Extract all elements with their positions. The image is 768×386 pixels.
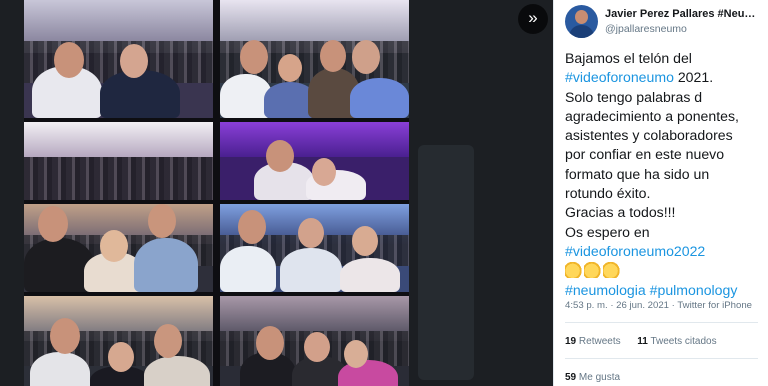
retweets-link[interactable]: 19 Retweets — [565, 336, 621, 347]
tweet-line: #neumologia #pulmonology — [565, 281, 765, 300]
collage-photo — [24, 122, 213, 200]
avatar[interactable] — [565, 5, 598, 38]
collage-photo — [220, 296, 409, 386]
hashtag-link[interactable]: #videoforoneumo2022 — [565, 243, 705, 259]
clapping-hands-icon — [565, 262, 582, 279]
tweet-line: #videoforoneumo 2021. — [565, 69, 714, 86]
clapping-hands-icon — [603, 262, 620, 279]
collage-photo — [220, 0, 409, 118]
author-display-name[interactable]: Javier Perez Pallares #Neu… — [605, 8, 765, 20]
tweet-stats: 19 Retweets 11 Tweets citados — [565, 336, 717, 347]
collage-photo — [220, 122, 409, 200]
tweet-line: #videoforoneumo2022 — [565, 242, 765, 261]
hashtag-link[interactable]: #pulmonology — [650, 282, 738, 298]
tweet-line: Gracias a todos!!! — [565, 204, 676, 221]
collage-photo — [220, 204, 409, 292]
clapping-hands-icon — [584, 262, 601, 279]
next-image-button[interactable]: » — [518, 4, 548, 34]
tweet-line: Solo tengo palabras d — [565, 88, 703, 105]
tweet-line: agradecimiento a ponentes, — [565, 107, 739, 124]
tweet-line: rotundo éxito. — [565, 185, 651, 202]
tweet-line — [565, 261, 765, 280]
collage-photo — [24, 204, 213, 292]
tweet-panel: Javier Perez Pallares #Neu… @jpallaresne… — [553, 0, 768, 386]
hashtag-link[interactable]: #neumologia — [565, 282, 646, 298]
hashtag-link[interactable]: #videoforoneumo — [565, 69, 674, 85]
author-handle[interactable]: @jpallaresneumo — [605, 23, 687, 35]
tweet-photo-collage[interactable] — [24, 0, 409, 386]
tweet-line: asistentes y colaboradores — [565, 127, 733, 144]
background-card — [418, 145, 474, 380]
tweet-line: formato que ha sido un — [565, 165, 710, 182]
likes-link[interactable]: 59 Me gusta — [565, 372, 620, 383]
collage-photo — [24, 296, 213, 386]
tweet-line: por confiar en este nuevo — [565, 146, 725, 163]
tweet-timestamp[interactable]: 4:53 p. m. · 26 jun. 2021 · Twitter for … — [565, 300, 752, 311]
tweet-line: Bajamos el telón del — [565, 50, 692, 66]
chevron-double-right-icon: » — [528, 8, 538, 27]
tweet-line: Os espero en — [565, 223, 650, 240]
divider — [565, 322, 758, 323]
divider — [565, 358, 758, 359]
collage-photo — [24, 0, 213, 118]
tweet-text: Bajamos el telón del #videoforoneumo 202… — [565, 49, 765, 300]
quote-tweets-link[interactable]: 11 Tweets citados — [637, 336, 716, 347]
